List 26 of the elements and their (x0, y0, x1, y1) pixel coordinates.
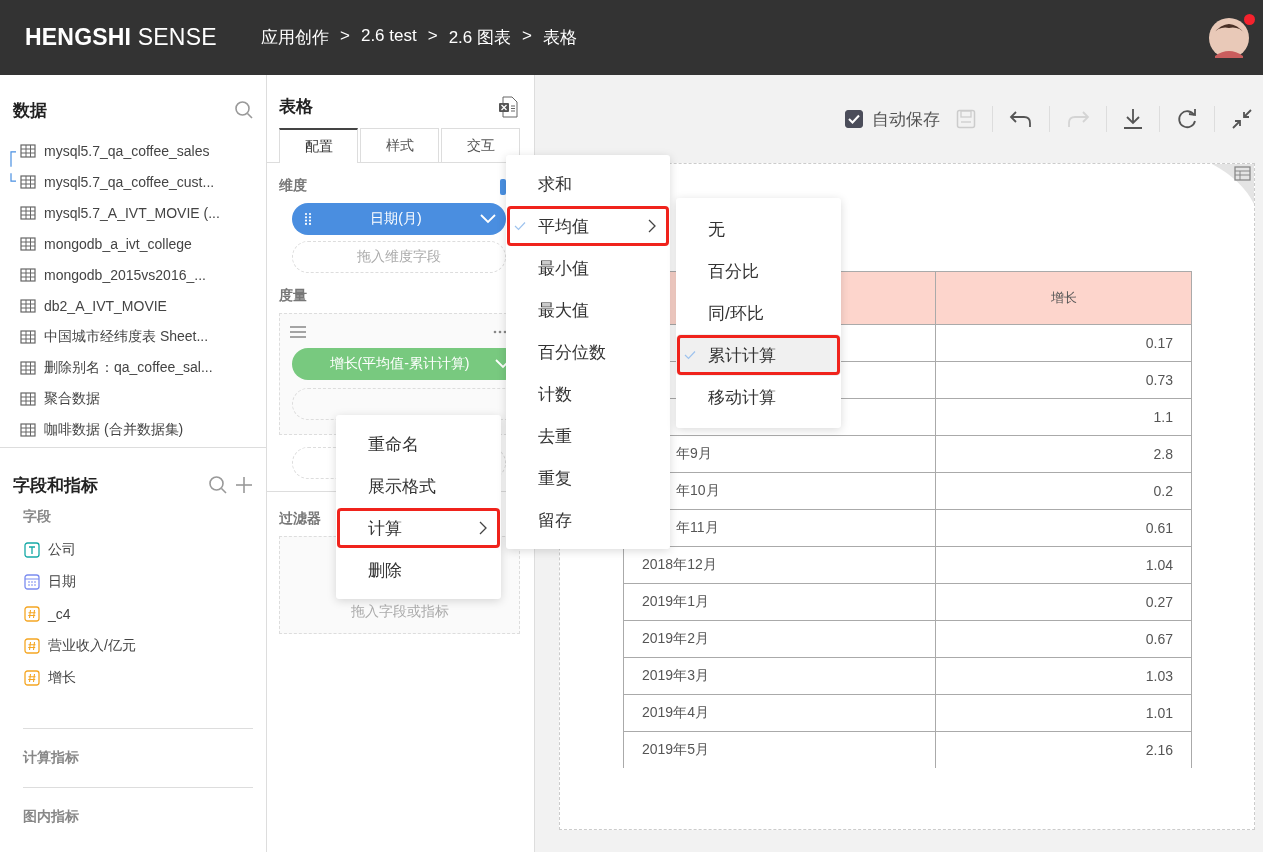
table-cell: 1.01 (935, 694, 1192, 732)
panel-title: 字段和指标 (13, 474, 98, 497)
table-cell: 1.03 (935, 657, 1192, 695)
panel-title: 数据 (13, 99, 47, 122)
table-cell: 1.1 (935, 398, 1192, 436)
section-label: 图内指标 (22, 808, 80, 826)
panel-title: 表格 (279, 96, 313, 118)
table-cell: 0.17 (935, 324, 1192, 362)
table-cell: 1.04 (935, 546, 1192, 584)
section-label: 字段 (22, 508, 52, 526)
table-cell: 2019年1月 (623, 583, 936, 621)
table-cell: 0.67 (935, 620, 1192, 658)
table-cell: 0.61 (935, 509, 1192, 547)
table-cell: 0.73 (935, 361, 1192, 399)
table-cell: 2.8 (935, 435, 1192, 473)
table-cell: 2019年5月 (623, 731, 936, 768)
logo: HENGSHI SENSE (25, 24, 218, 51)
table-cell: 2019年4月 (623, 694, 936, 732)
table-cell: 2019年2月 (623, 620, 936, 658)
table-cell: 2019年3月 (623, 657, 936, 695)
section-label: 度量 (279, 287, 307, 305)
table-cell: 0.27 (935, 583, 1192, 621)
table-cell: 0.2 (935, 472, 1192, 510)
section-label: 维度 (279, 177, 307, 195)
section-label: 计算指标 (21, 749, 80, 767)
section-label: 过滤器 (279, 510, 321, 528)
